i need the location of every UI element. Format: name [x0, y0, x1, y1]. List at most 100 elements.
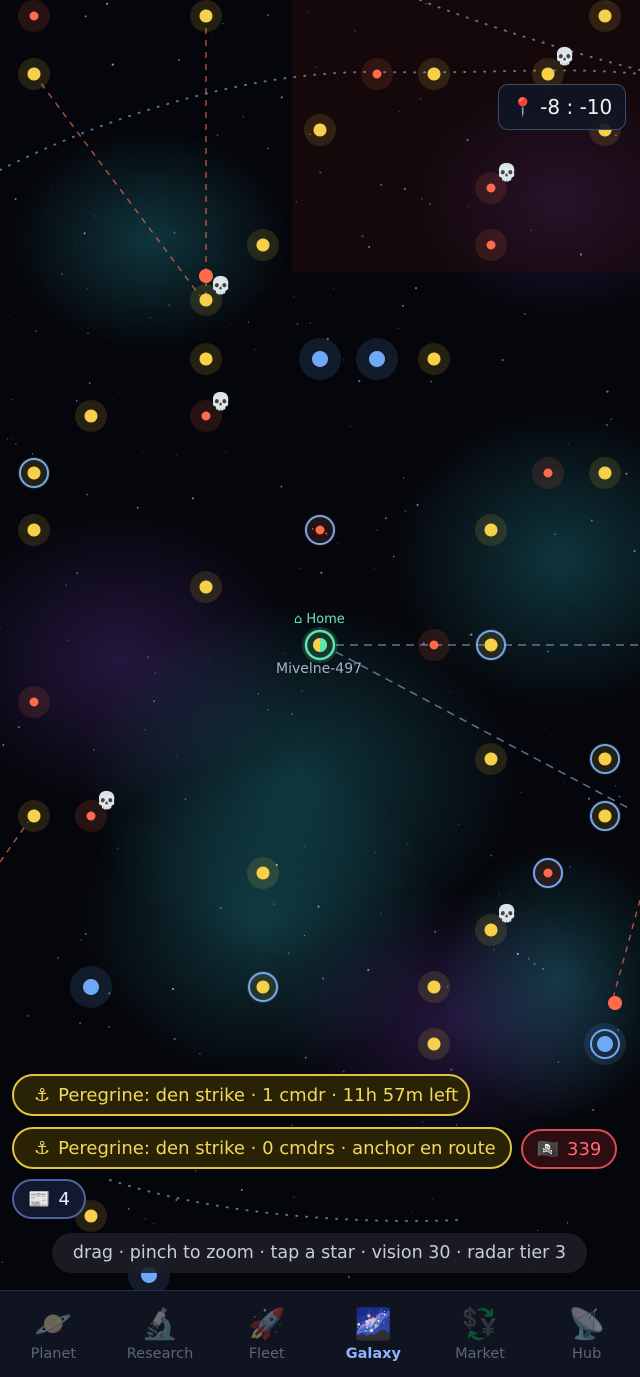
star-dot: [598, 752, 612, 766]
star-dot: [427, 67, 441, 81]
star-dot: [598, 809, 612, 823]
star-system[interactable]: [589, 743, 621, 775]
star-dot: [372, 69, 382, 79]
star-dot: [315, 525, 325, 535]
star-dot: [86, 811, 96, 821]
star-system[interactable]: [418, 343, 450, 375]
anchor-icon: ⚓: [34, 1084, 51, 1106]
star-system[interactable]: [70, 966, 112, 1008]
star-dot: [27, 809, 41, 823]
news-count: 4: [58, 1188, 70, 1210]
star-system[interactable]: [418, 971, 450, 1003]
star-dot: [27, 67, 41, 81]
satellite-dish-icon: 📡: [568, 1307, 606, 1342]
operation-text: Peregrine: den strike · 0 cmdrs · anchor…: [58, 1137, 496, 1159]
star-dot: [543, 868, 553, 878]
star-system[interactable]: [532, 457, 564, 489]
home-system[interactable]: [302, 627, 338, 663]
nav-item-hub[interactable]: 📡 Hub: [533, 1291, 640, 1377]
star-system[interactable]: [18, 457, 50, 489]
star-system[interactable]: [418, 629, 450, 661]
star-system[interactable]: [589, 800, 621, 832]
star-system[interactable]: [18, 800, 50, 832]
star-dot: [27, 466, 41, 480]
star-system[interactable]: [190, 343, 222, 375]
restricted-sector: [292, 0, 640, 272]
skull-icon: 💀: [496, 162, 517, 183]
star-system[interactable]: [18, 514, 50, 546]
skull-icon: 💀: [210, 391, 231, 412]
star-system[interactable]: [304, 114, 336, 146]
operation-pill[interactable]: ⚓ Peregrine: den strike · 0 cmdrs · anch…: [12, 1127, 512, 1169]
star-system[interactable]: [361, 58, 393, 90]
star-system[interactable]: [475, 229, 507, 261]
star-dot: [484, 523, 498, 537]
nav-item-planet[interactable]: 🪐 Planet: [0, 1291, 107, 1377]
newspaper-icon: 📰: [28, 1188, 51, 1210]
star-system[interactable]: [75, 400, 107, 432]
star-system[interactable]: [475, 629, 507, 661]
operation-text: Peregrine: den strike · 1 cmdr · 11h 57m…: [58, 1084, 459, 1106]
nav-item-research[interactable]: 🔬 Research: [107, 1291, 214, 1377]
star-system[interactable]: [18, 0, 50, 32]
star-dot: [84, 409, 98, 423]
star-system[interactable]: [589, 0, 621, 32]
anchor-icon: ⚓: [34, 1137, 51, 1159]
star-dot: [429, 640, 439, 650]
star-system[interactable]: [190, 571, 222, 603]
star-system[interactable]: [247, 971, 279, 1003]
star-system[interactable]: [418, 58, 450, 90]
star-dot: [199, 9, 213, 23]
star-dot: [427, 980, 441, 994]
star-system[interactable]: [589, 457, 621, 489]
pirate-flag-icon: 🏴‍☠️: [536, 1138, 560, 1160]
nav-item-market[interactable]: 💱 Market: [427, 1291, 534, 1377]
home-system-name: Mivelne-497: [276, 661, 363, 677]
star-system[interactable]: [299, 338, 341, 380]
star-system[interactable]: [475, 743, 507, 775]
star-system[interactable]: [304, 514, 336, 546]
pirate-count-pill[interactable]: 🏴‍☠️ 339: [521, 1129, 617, 1169]
star-dot: [29, 697, 39, 707]
news-pill[interactable]: 📰 4: [12, 1179, 86, 1219]
nav-label: Galaxy: [345, 1346, 401, 1362]
star-dot: [427, 1037, 441, 1051]
star-system[interactable]: [247, 857, 279, 889]
nav-item-fleet[interactable]: 🚀 Fleet: [213, 1291, 320, 1377]
skull-icon: 💀: [496, 903, 517, 924]
star-dot: [597, 1036, 613, 1052]
star-dot: [27, 523, 41, 537]
star-dot: [486, 240, 496, 250]
star-dot: [199, 352, 213, 366]
star-dot: [84, 1209, 98, 1223]
star-dot: [484, 752, 498, 766]
star-system[interactable]: [190, 0, 222, 32]
star-system[interactable]: [356, 338, 398, 380]
operation-pill[interactable]: ⚓ Peregrine: den strike · 1 cmdr · 11h 5…: [12, 1074, 470, 1116]
star-system[interactable]: [18, 686, 50, 718]
nav-label: Research: [126, 1346, 194, 1362]
star-system[interactable]: [532, 857, 564, 889]
outpost-marker[interactable]: [608, 996, 622, 1010]
star-system[interactable]: [247, 229, 279, 261]
star-dot: [543, 468, 553, 478]
nav-item-galaxy[interactable]: 🌌 Galaxy: [320, 1291, 427, 1377]
planet-icon: 🪐: [34, 1307, 73, 1342]
rocket-icon: 🚀: [248, 1307, 286, 1342]
bottom-nav: 🪐 Planet 🔬 Research 🚀 Fleet 🌌 Galaxy 💱 M…: [0, 1290, 640, 1377]
star-system[interactable]: [18, 58, 50, 90]
star-system[interactable]: [475, 514, 507, 546]
star-system[interactable]: [584, 1023, 626, 1065]
coordinates-value: -8 : -10: [540, 95, 613, 119]
hint-text: drag · pinch to zoom · tap a star · visi…: [72, 1243, 567, 1263]
star-dot: [541, 67, 555, 81]
star-dot: [484, 638, 498, 652]
star-dot: [312, 351, 328, 367]
star-dot: [83, 979, 99, 995]
coordinates-badge[interactable]: 📍 -8 : -10: [498, 84, 626, 130]
star-dot: [256, 866, 270, 880]
home-label: ⌂ Home: [294, 612, 345, 627]
star-system[interactable]: [418, 1028, 450, 1060]
microscope-icon: 🔬: [141, 1307, 179, 1342]
star-dot: [484, 923, 498, 937]
